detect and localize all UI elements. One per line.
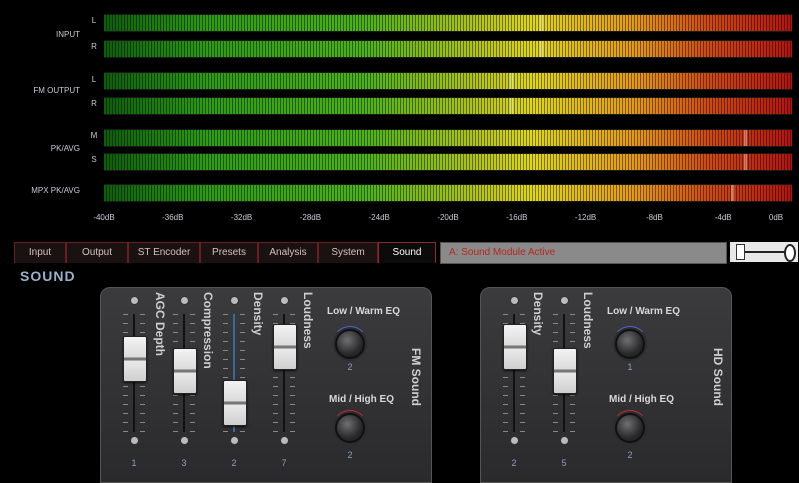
db-scale-tick: -4dB bbox=[714, 213, 732, 222]
tab-analysis[interactable]: Analysis bbox=[258, 242, 318, 263]
fader-handle[interactable] bbox=[173, 348, 197, 394]
fader-handle[interactable] bbox=[553, 348, 577, 394]
knob-value: 2 bbox=[347, 362, 353, 372]
fader-handle[interactable] bbox=[273, 324, 297, 370]
fader-value: 2 bbox=[231, 458, 237, 468]
hd-low-warm-eq-knob[interactable] bbox=[615, 329, 645, 359]
db-scale-tick: -8dB bbox=[645, 213, 663, 222]
hd-mid-high-eq-knob[interactable] bbox=[615, 413, 645, 443]
knob-value: 2 bbox=[627, 450, 633, 460]
pkavg-s-meter bbox=[104, 153, 792, 171]
db-scale-tick: -16dB bbox=[506, 213, 528, 222]
fm-sound-panel-title: FM Sound bbox=[409, 348, 423, 406]
fader-label: Loudness bbox=[301, 292, 315, 349]
hd-density-fader[interactable] bbox=[503, 296, 527, 451]
hd-sound-panel: Density 2 Loudness 5 Low / Warm EQ 1 Mid… bbox=[480, 287, 732, 483]
meter-group-fm-output-label: FM OUTPUT bbox=[33, 86, 80, 95]
headphone-icon bbox=[784, 244, 796, 262]
level-meters: INPUT L R FM OUTPUT L R PK/AVG M S MPX P… bbox=[0, 0, 799, 232]
db-scale-tick: -32dB bbox=[230, 213, 253, 222]
knob-value: 1 bbox=[627, 362, 633, 372]
fader-handle[interactable] bbox=[123, 336, 147, 382]
pkavg-m-meter bbox=[104, 129, 792, 147]
loudness-fader[interactable] bbox=[273, 296, 297, 451]
compression-fader[interactable] bbox=[173, 296, 197, 451]
tab-system[interactable]: System bbox=[318, 242, 378, 263]
status-text: A: Sound Module Active bbox=[449, 247, 556, 258]
fader-handle[interactable] bbox=[223, 380, 247, 426]
db-scale-tick: -12dB bbox=[574, 213, 597, 222]
meter-channel-label: R bbox=[91, 99, 97, 108]
mpx-meter bbox=[104, 184, 792, 202]
db-scale-tick: -40dB bbox=[93, 213, 115, 222]
fader-label: Compression bbox=[201, 292, 215, 369]
meter-group-mpx-label: MPX PK/AVG bbox=[31, 186, 80, 195]
tab-presets[interactable]: Presets bbox=[200, 242, 258, 263]
fm-output-r-meter bbox=[104, 97, 792, 115]
meter-group-input-label: INPUT bbox=[56, 30, 80, 39]
meter-channel-label: L bbox=[91, 16, 97, 25]
volume-slider[interactable] bbox=[730, 242, 798, 262]
db-scale-tick: -24dB bbox=[368, 213, 390, 222]
db-scale-tick: -20dB bbox=[437, 213, 459, 222]
db-scale-tick: -28dB bbox=[299, 213, 322, 222]
fm-sound-panel: AGC Depth 1 Compression 3 Density 2 Loud… bbox=[100, 287, 432, 483]
fader-value: 3 bbox=[181, 458, 187, 468]
meter-channel-label: S bbox=[91, 155, 97, 164]
meter-group-pkavg-label: PK/AVG bbox=[50, 144, 80, 153]
tab-bar: Input Output ST Encoder Presets Analysis… bbox=[0, 238, 799, 264]
fader-label: Loudness bbox=[581, 292, 595, 349]
fader-value: 1 bbox=[131, 458, 137, 468]
low-warm-eq-knob[interactable] bbox=[335, 329, 365, 359]
density-fader[interactable] bbox=[223, 296, 247, 451]
mid-high-eq-knob[interactable] bbox=[335, 413, 365, 443]
fm-output-l-meter bbox=[104, 72, 792, 90]
fader-label: Density bbox=[251, 292, 265, 336]
knob-label: Low / Warm EQ bbox=[607, 306, 680, 317]
db-scale-tick: 0dB bbox=[768, 213, 784, 222]
hd-sound-panel-title: HD Sound bbox=[711, 348, 725, 406]
input-l-meter bbox=[104, 14, 792, 32]
hd-loudness-fader[interactable] bbox=[553, 296, 577, 451]
fader-label: Density bbox=[531, 292, 545, 336]
agc-depth-fader[interactable] bbox=[123, 296, 147, 451]
db-scale-tick: -36dB bbox=[162, 213, 184, 222]
tab-st-encoder[interactable]: ST Encoder bbox=[128, 242, 200, 263]
input-r-meter bbox=[104, 40, 792, 58]
fader-value: 2 bbox=[511, 458, 517, 468]
section-title: SOUND bbox=[20, 268, 76, 284]
meter-channel-label: M bbox=[90, 131, 98, 140]
fader-value: 5 bbox=[561, 458, 567, 468]
tab-output[interactable]: Output bbox=[66, 242, 128, 263]
knob-label: Low / Warm EQ bbox=[327, 306, 400, 317]
knob-value: 2 bbox=[347, 450, 353, 460]
fader-handle[interactable] bbox=[503, 324, 527, 370]
knob-label: Mid / High EQ bbox=[609, 394, 674, 405]
meter-channel-label: R bbox=[91, 42, 97, 51]
meter-channel-label: L bbox=[91, 75, 97, 84]
volume-slider-handle[interactable] bbox=[736, 244, 745, 260]
fader-value: 7 bbox=[281, 458, 287, 468]
tab-input[interactable]: Input bbox=[14, 242, 66, 263]
knob-label: Mid / High EQ bbox=[329, 394, 394, 405]
fader-label: AGC Depth bbox=[153, 292, 167, 356]
tab-sound[interactable]: Sound bbox=[378, 242, 436, 263]
status-strip: A: Sound Module Active bbox=[440, 242, 727, 264]
